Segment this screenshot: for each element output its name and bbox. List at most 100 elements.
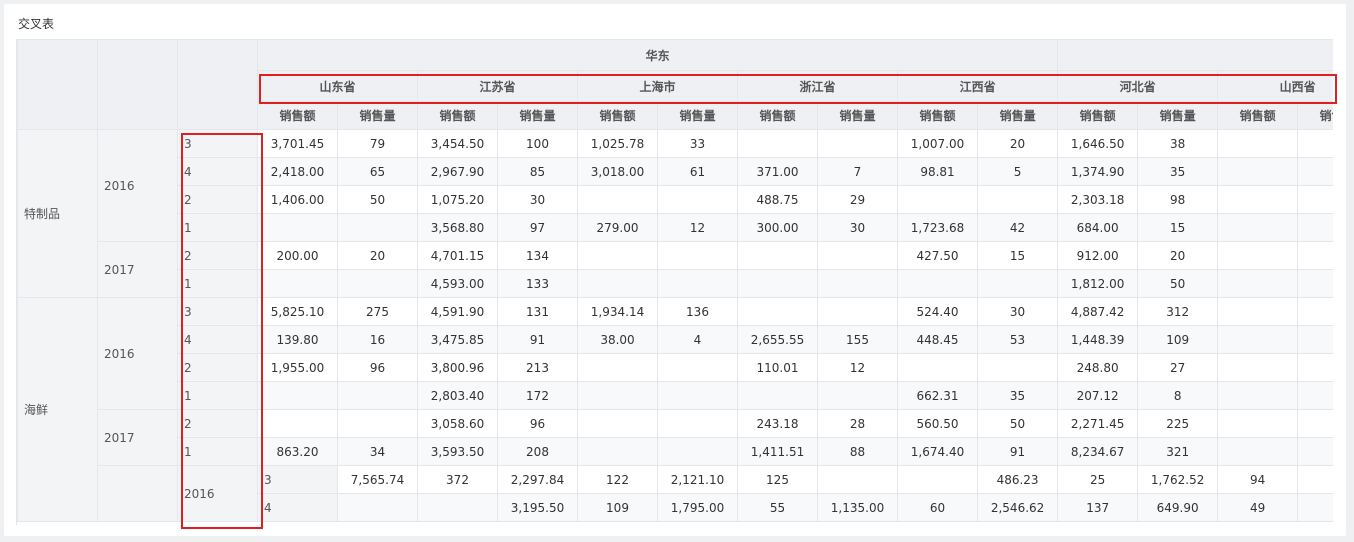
cell-sales-qty[interactable]: 29 [817,185,898,214]
cell-sales-qty[interactable] [657,185,738,214]
cell-sales-amount[interactable]: 1,955.00 [257,353,338,382]
row-header-month[interactable]: 1 [177,437,258,466]
cell-sales-qty[interactable] [1297,157,1333,186]
cell-sales-qty[interactable] [657,409,738,438]
row-header-year[interactable]: 2016 [97,297,178,410]
measure-header-sales-amount[interactable]: 销售额 [577,101,658,130]
cell-sales-amount[interactable] [577,269,658,298]
cell-sales-amount[interactable] [1297,465,1333,494]
cell-sales-amount[interactable] [577,241,658,270]
cell-sales-amount[interactable]: 7,565.74 [337,465,418,494]
row-header-month[interactable]: 2 [177,409,258,438]
cell-sales-qty[interactable] [1297,129,1333,158]
cell-sales-amount[interactable] [577,381,658,410]
cell-sales-qty[interactable]: 60 [897,493,978,522]
measure-header-sales-amount[interactable]: 销售额 [257,101,338,130]
cell-sales-qty[interactable] [1297,241,1333,270]
cell-sales-qty[interactable]: 125 [737,465,818,494]
cell-sales-qty[interactable]: 4 [657,325,738,354]
cell-sales-qty[interactable] [337,213,418,242]
cell-sales-qty[interactable]: 91 [976,437,1059,466]
province-header[interactable]: 山西省 [1217,70,1333,102]
row-header-month[interactable]: 1 [177,381,258,410]
cell-sales-amount[interactable]: 2,303.18 [1057,185,1139,214]
cell-sales-amount[interactable]: 488.75 [737,185,818,214]
cell-sales-qty[interactable]: 30 [817,213,898,242]
cell-sales-qty[interactable] [1297,185,1333,214]
province-header[interactable]: 浙江省 [737,70,898,102]
row-header-month[interactable]: 2 [177,241,258,270]
cell-sales-amount[interactable] [1217,409,1299,438]
cell-sales-amount[interactable] [737,269,818,298]
cell-sales-qty[interactable] [1297,297,1333,326]
cell-sales-qty[interactable]: 5 [976,157,1059,186]
cell-sales-qty[interactable]: 134 [497,241,578,270]
row-header-year[interactable]: 2017 [97,409,178,466]
cell-sales-amount[interactable] [817,465,898,494]
cell-sales-qty[interactable] [337,269,418,298]
cell-sales-qty[interactable] [657,437,738,466]
cell-sales-qty[interactable]: 33 [657,129,738,158]
cell-sales-amount[interactable]: 38.00 [577,325,658,354]
cell-sales-amount[interactable]: 8,234.67 [1057,437,1139,466]
cell-sales-qty[interactable]: 133 [497,269,578,298]
measure-header-sales-amount[interactable]: 销售额 [1057,101,1139,130]
cell-sales-amount[interactable] [577,185,658,214]
cell-sales-qty[interactable] [817,297,898,326]
cell-sales-amount[interactable] [737,381,818,410]
cell-sales-amount[interactable]: 4,593.00 [417,269,498,298]
cell-sales-amount[interactable]: 139.80 [257,325,338,354]
cell-sales-amount[interactable]: 1,795.00 [657,493,738,522]
cell-sales-qty[interactable]: 50 [1137,269,1219,298]
cell-sales-qty[interactable] [897,465,978,494]
cell-sales-qty[interactable]: 15 [1137,213,1219,242]
measure-header-sales-qty[interactable]: 销售量 [1137,101,1219,130]
cell-sales-qty[interactable] [1297,381,1333,410]
cell-sales-qty[interactable] [817,241,898,270]
cell-sales-qty[interactable]: 155 [817,325,898,354]
row-header-year[interactable]: 2017 [97,241,178,298]
cell-sales-amount[interactable] [1217,157,1299,186]
row-header-month[interactable]: 3 [177,129,258,158]
cell-sales-amount[interactable] [257,213,338,242]
cell-sales-amount[interactable]: 371.00 [737,157,818,186]
cell-sales-amount[interactable]: 3,800.96 [417,353,498,382]
cell-sales-amount[interactable]: 560.50 [897,409,978,438]
cell-sales-amount[interactable]: 1,007.00 [897,129,978,158]
cell-sales-amount[interactable]: 98.81 [897,157,978,186]
cell-sales-qty[interactable] [657,381,738,410]
pivot-table-container[interactable]: 华东 山东省 江苏省 上海市 浙江省 江西省 河北省 山西省 销售额 销售量 销售额 销售量 销售额… [16,39,1333,525]
cell-sales-amount[interactable]: 243.18 [737,409,818,438]
cell-sales-qty[interactable] [1297,409,1333,438]
region-header-next[interactable] [1057,39,1333,71]
cell-sales-qty[interactable] [1297,353,1333,382]
cell-sales-qty[interactable]: 225 [1137,409,1219,438]
cell-sales-qty[interactable]: 172 [497,381,578,410]
row-header-month[interactable]: 1 [177,269,258,298]
cell-sales-amount[interactable]: 5,825.10 [257,297,338,326]
cell-sales-amount[interactable] [737,297,818,326]
cell-sales-amount[interactable]: 279.00 [577,213,658,242]
cell-sales-qty[interactable]: 79 [337,129,418,158]
cell-sales-amount[interactable]: 1,812.00 [1057,269,1139,298]
cell-sales-amount[interactable]: 3,018.00 [577,157,658,186]
cell-sales-amount[interactable] [1217,381,1299,410]
cell-sales-qty[interactable]: 98 [1137,185,1219,214]
cell-sales-qty[interactable]: 109 [577,493,658,522]
cell-sales-qty[interactable]: 65 [337,157,418,186]
cell-sales-qty[interactable]: 88 [817,437,898,466]
cell-sales-amount[interactable]: 3,195.50 [497,493,578,522]
cell-sales-amount[interactable] [1217,297,1299,326]
cell-sales-qty[interactable] [976,269,1059,298]
cell-sales-amount[interactable] [1217,213,1299,242]
cell-sales-amount[interactable]: 2,803.40 [417,381,498,410]
cell-sales-amount[interactable] [897,185,978,214]
cell-sales-qty[interactable]: 122 [577,465,658,494]
cell-sales-qty[interactable]: 136 [657,297,738,326]
cell-sales-amount[interactable]: 1,448.39 [1057,325,1139,354]
cell-sales-amount[interactable]: 1,374.90 [1057,157,1139,186]
cell-sales-qty[interactable]: 30 [497,185,578,214]
measure-header-sales-qty[interactable]: 销售量 [657,101,738,130]
cell-sales-qty[interactable]: 109 [1137,325,1219,354]
cell-sales-qty[interactable]: 16 [337,325,418,354]
